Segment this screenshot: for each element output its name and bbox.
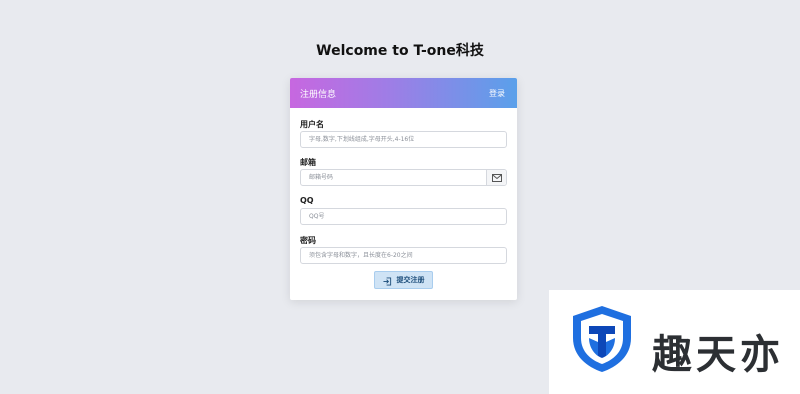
page-title: Welcome to T-one科技 [316,43,484,59]
username-input[interactable] [301,132,506,147]
qq-input[interactable] [301,209,506,224]
envelope-icon [486,170,506,185]
email-input[interactable] [301,170,487,185]
username-label: 用户名 [300,120,324,129]
card-header: 注册信息 登录 [290,78,517,108]
register-info-title: 注册信息 [300,89,337,100]
username-field-wrapper [300,131,507,148]
qq-field-wrapper [300,208,507,225]
password-field-wrapper [300,247,507,264]
login-link[interactable]: 登录 [489,88,505,99]
qq-label: QQ [300,196,314,205]
email-field-wrapper [300,169,507,186]
email-label: 邮箱 [300,158,316,167]
sign-in-icon [382,271,392,290]
submit-register-label: 提交注册 [396,276,425,284]
shield-logo-icon [569,304,635,378]
watermark-text: 趣天亦 [652,332,784,378]
password-label: 密码 [300,236,316,245]
submit-register-button[interactable]: 提交注册 [374,271,433,289]
register-card: 注册信息 登录 用户名 邮箱 QQ 密码 [290,78,517,300]
watermark: 趣天亦 [549,290,800,394]
password-input[interactable] [301,248,506,263]
